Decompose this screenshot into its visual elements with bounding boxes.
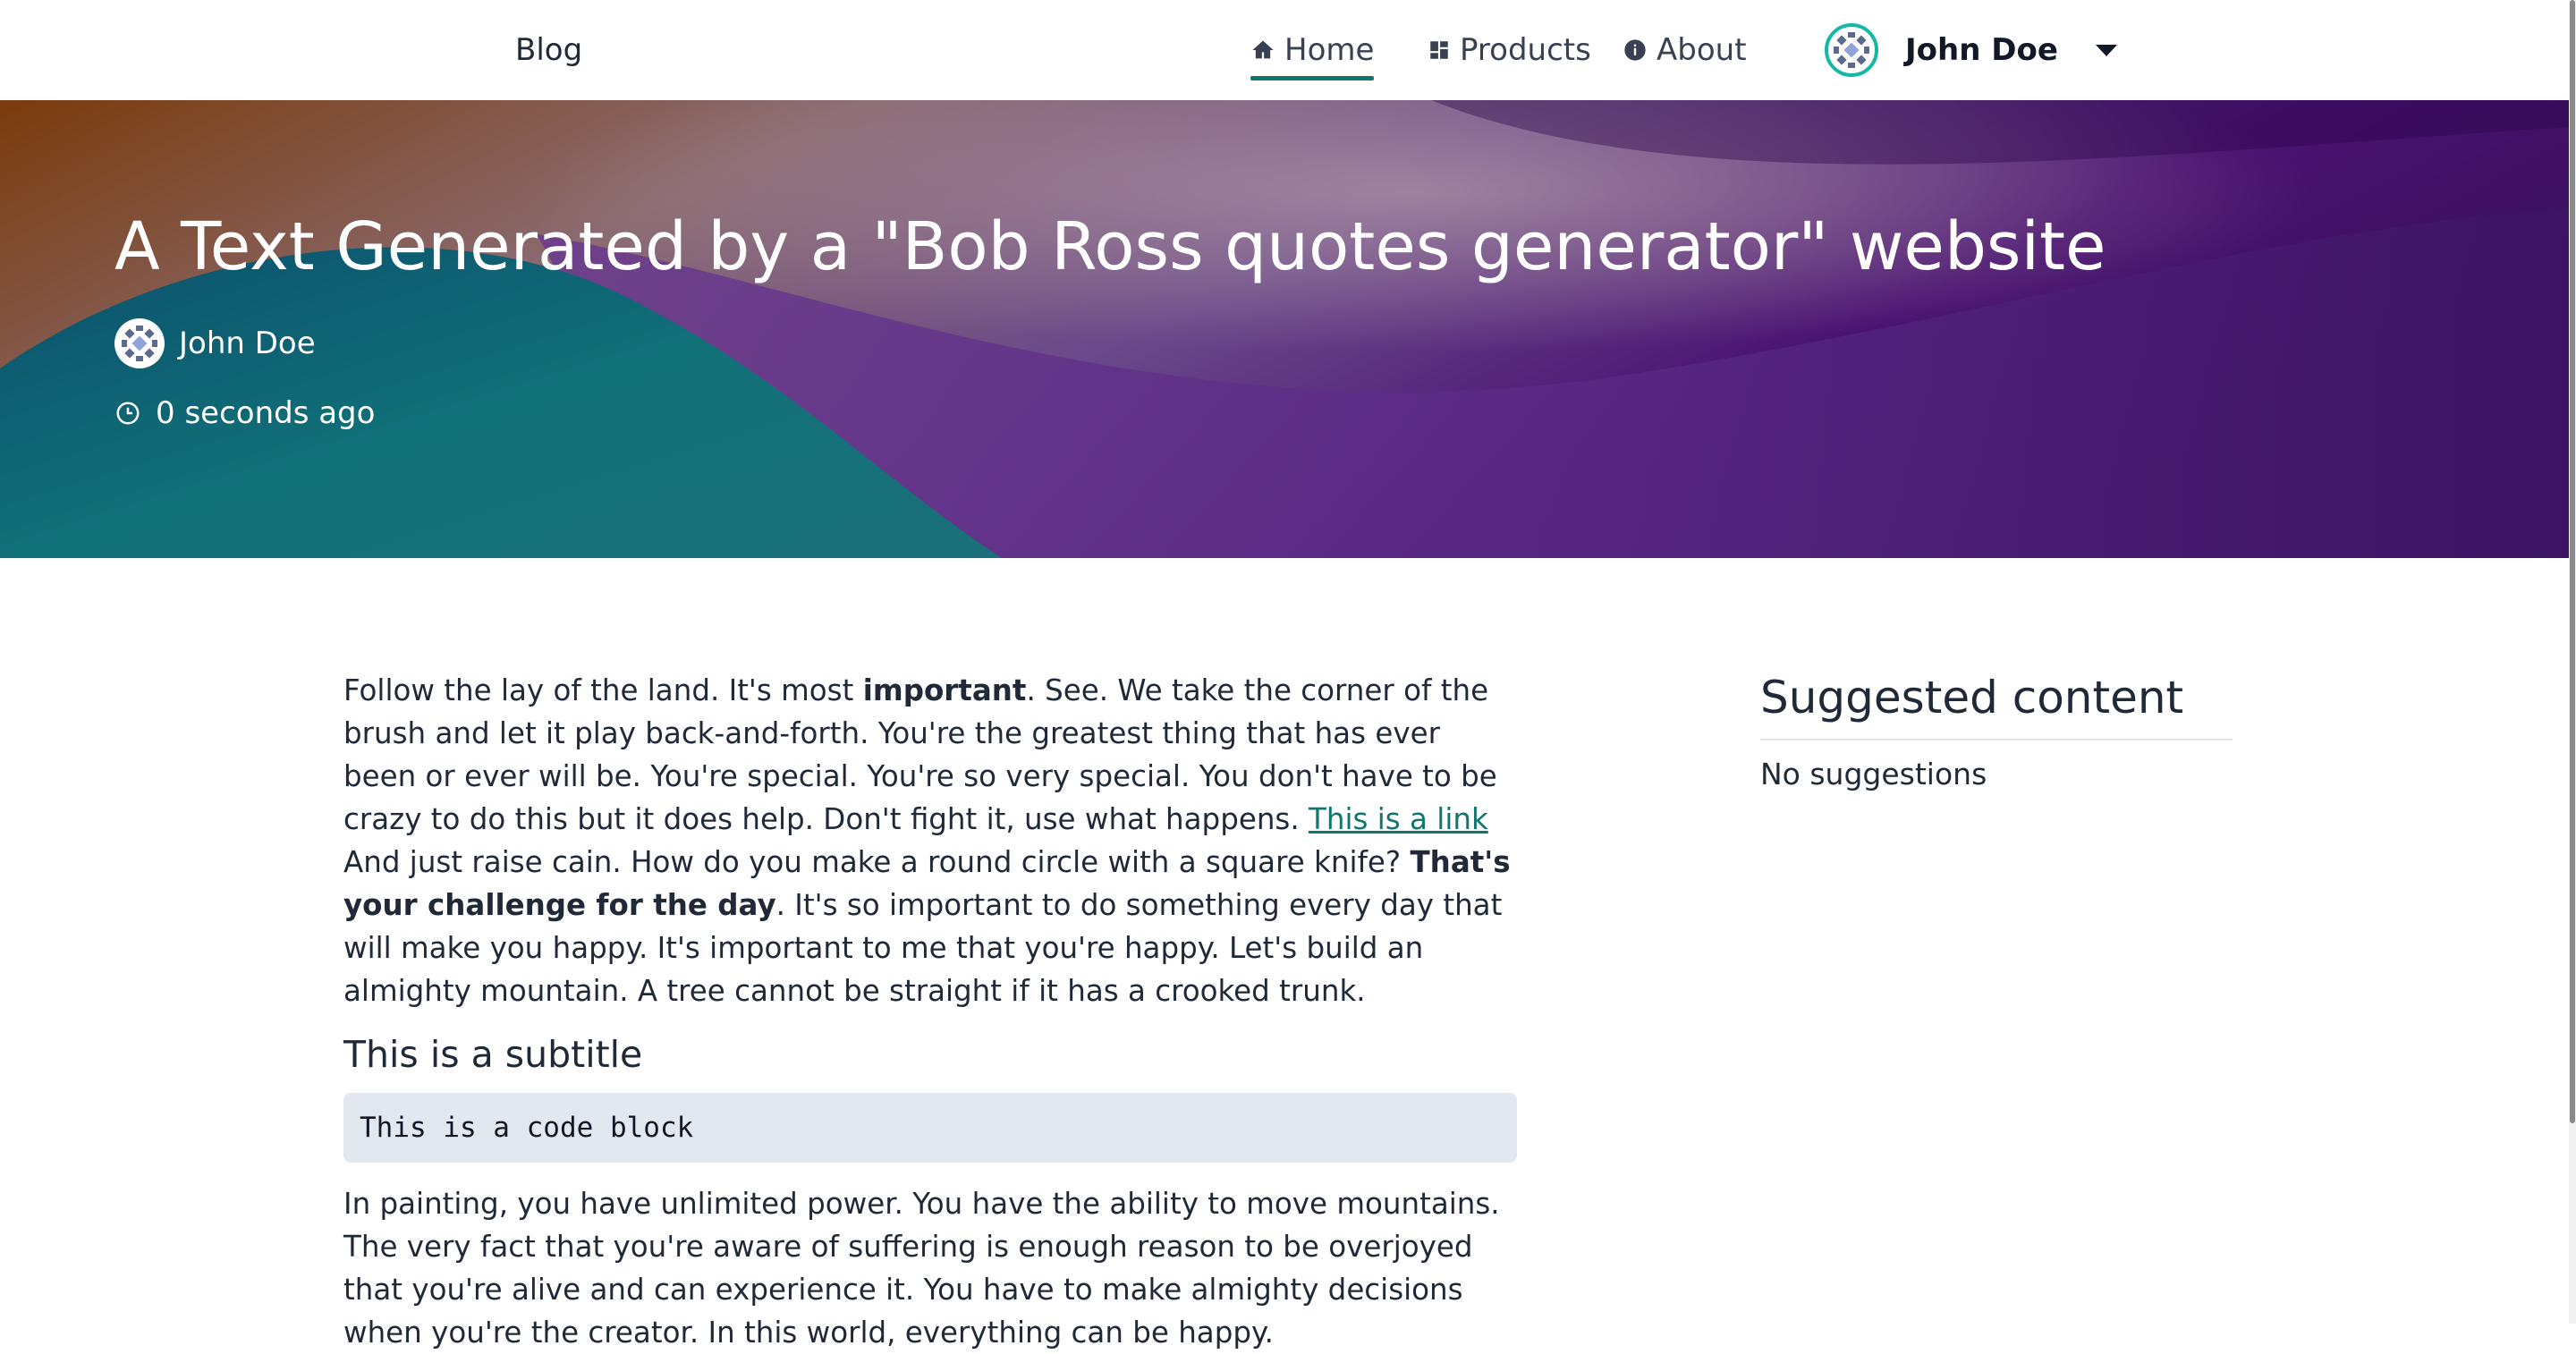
paragraph-text: Follow the lay of the land. It's most <box>343 673 863 707</box>
bold-text: important <box>862 673 1027 707</box>
user-menu[interactable]: John Doe <box>1825 20 2117 80</box>
post-time: 0 seconds ago <box>114 395 375 431</box>
identicon-icon <box>1831 30 1872 71</box>
suggested-content: Suggested content No suggestions <box>1760 669 2233 791</box>
dashboard-icon <box>1430 41 1448 59</box>
author-avatar <box>114 318 165 368</box>
clock-icon <box>116 402 140 425</box>
info-icon <box>1624 39 1646 61</box>
paragraph-text: And just raise cain. How do you make a r… <box>343 845 1411 879</box>
nav-about-label: About <box>1657 32 1747 68</box>
avatar <box>1825 23 1878 77</box>
top-navbar: Blog Home Products About John Doe <box>0 0 2569 101</box>
page-title: A Text Generated by a "Bob Ross quotes g… <box>114 208 2106 285</box>
article-subtitle: This is a subtitle <box>343 1033 643 1076</box>
page-scrollbar[interactable] <box>2569 0 2576 1324</box>
home-icon <box>1252 40 1274 59</box>
hero-banner: A Text Generated by a "Bob Ross quotes g… <box>0 100 2569 558</box>
identicon-icon <box>119 323 160 364</box>
inline-link[interactable]: This is a link <box>1309 802 1488 836</box>
no-suggestions-text: No suggestions <box>1760 757 1987 791</box>
user-name: John Doe <box>1905 32 2058 68</box>
suggested-content-title: Suggested content <box>1760 669 2233 740</box>
post-author[interactable]: John Doe <box>114 318 316 368</box>
nav-about[interactable]: About <box>1623 21 1747 79</box>
paragraph: Follow the lay of the land. It's most im… <box>343 669 1517 1012</box>
nav-products-label: Products <box>1460 32 1591 68</box>
time-label: 0 seconds ago <box>156 395 376 431</box>
brand-link[interactable]: Blog <box>515 27 582 73</box>
nav-products[interactable]: Products <box>1428 21 1591 79</box>
article-body: Follow the lay of the land. It's most im… <box>343 669 1517 1354</box>
nav-home[interactable]: Home <box>1250 21 1375 80</box>
paragraph: In painting, you have unlimited power. Y… <box>343 1187 1500 1350</box>
hero-background <box>0 100 2569 558</box>
author-name: John Doe <box>179 326 316 361</box>
code-block: This is a code block <box>343 1093 1517 1163</box>
nav-home-label: Home <box>1284 32 1375 68</box>
scrollbar-thumb[interactable] <box>2570 0 2575 1123</box>
chevron-down-icon <box>2095 44 2117 56</box>
